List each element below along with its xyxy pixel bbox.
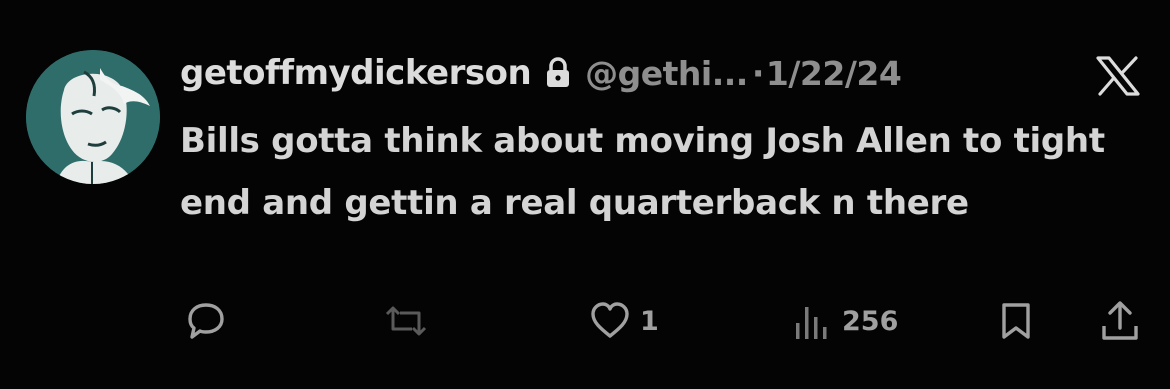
views-button[interactable]: 256: [792, 296, 898, 346]
avatar-image: [26, 50, 160, 184]
like-button[interactable]: 1: [590, 296, 659, 346]
views-count: 256: [842, 305, 899, 337]
lock-icon: [545, 57, 571, 89]
retweet-button[interactable]: [384, 296, 438, 346]
tweet-card: getoffmydickerson @gethi... · 1/22/24 Bi…: [0, 0, 1170, 389]
bookmark-icon: [1002, 303, 1030, 339]
header-separator: ·: [751, 53, 765, 93]
reply-button[interactable]: [184, 296, 238, 346]
user-handle[interactable]: @gethi...: [585, 54, 748, 93]
like-count: 1: [640, 305, 659, 337]
tweet-text: Bills gotta think about moving Josh Alle…: [180, 121, 1105, 223]
tweet-header: getoffmydickerson @gethi... · 1/22/24: [180, 50, 902, 96]
heart-icon: [591, 302, 629, 338]
x-logo-icon[interactable]: [1096, 56, 1140, 96]
views-icon: [796, 307, 827, 339]
share-button[interactable]: [1100, 296, 1140, 346]
action-bar: 1 256: [0, 296, 1170, 346]
reply-icon: [188, 303, 224, 339]
share-icon: [1102, 301, 1138, 340]
retweet-icon: [385, 306, 427, 336]
tweet-date[interactable]: 1/22/24: [766, 54, 902, 93]
display-name[interactable]: getoffmydickerson: [180, 53, 532, 93]
avatar[interactable]: [26, 50, 160, 184]
bookmark-button[interactable]: [998, 296, 1034, 346]
